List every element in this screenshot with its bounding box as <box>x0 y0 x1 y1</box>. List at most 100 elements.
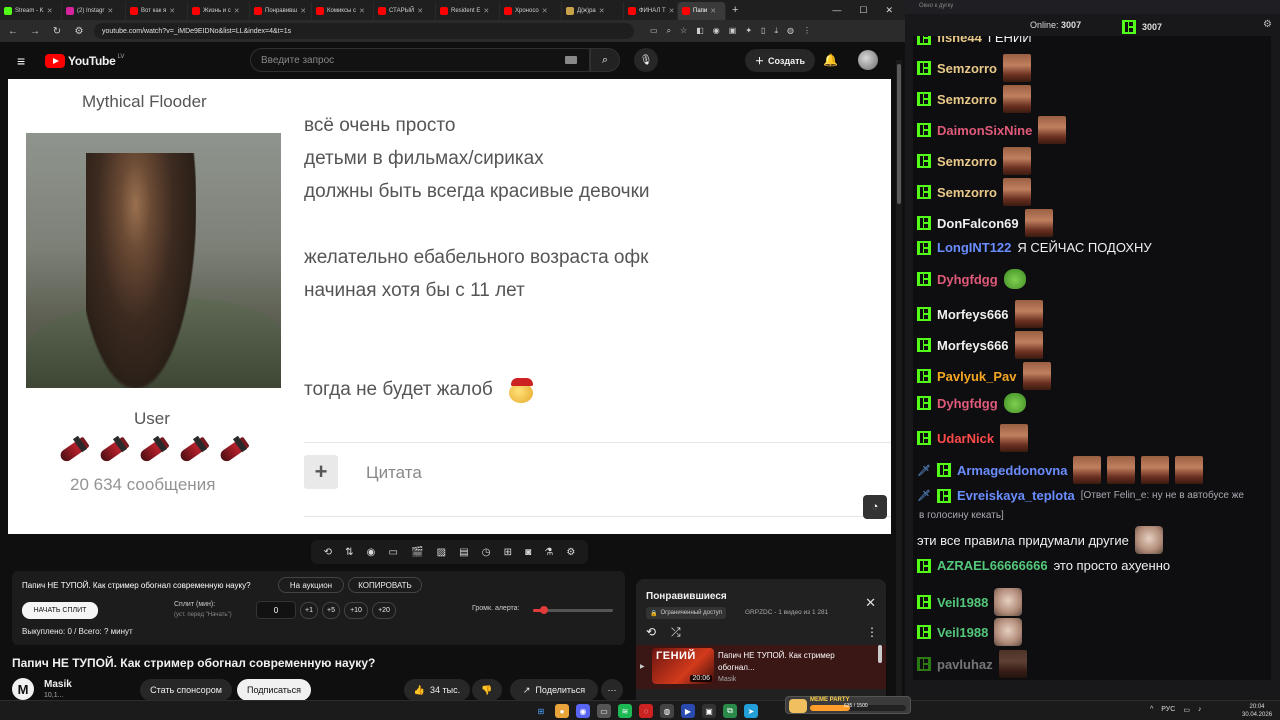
chat-message[interactable]: AZRAEL66666666 это просто ахуенно <box>917 558 1170 573</box>
browser-tab[interactable]: Понравивш ✕ <box>250 2 312 20</box>
chat-message[interactable]: Semzorro <box>917 85 1031 113</box>
zoom-icon[interactable]: ⌕ <box>667 26 671 36</box>
chat-message[interactable]: Veil1988 <box>917 588 1023 616</box>
auction-button[interactable]: На аукцион <box>278 577 344 593</box>
chat-username[interactable]: Pavlyuk_Pav <box>937 369 1017 384</box>
hamburger-menu-icon[interactable]: ≡ <box>17 53 31 69</box>
tray-chevron-icon[interactable]: ^ <box>1150 706 1153 714</box>
chat-username[interactable]: Morfeys666 <box>937 307 1009 322</box>
volume-icon[interactable]: ♪ <box>1198 706 1202 714</box>
browser-tab[interactable]: Вот как я ✕ <box>126 2 188 20</box>
tab-close-icon[interactable]: ✕ <box>417 7 423 15</box>
profile-icon[interactable]: ◍ <box>787 26 794 36</box>
telegram-icon[interactable]: ➤ <box>744 704 758 718</box>
chat-message[interactable]: DonFalcon69 <box>917 209 1053 237</box>
chat-username[interactable]: AZRAEL66666666 <box>937 558 1048 573</box>
browser-tab[interactable]: Д(ж)ра ✕ <box>562 2 624 20</box>
extension-icon[interactable]: ▣ <box>729 26 737 36</box>
url-field[interactable]: youtube.com/watch?v=_iMDe9EIDNo&list=LL&… <box>94 23 634 39</box>
chat-username[interactable]: Semzorro <box>937 185 997 200</box>
tab-close-icon[interactable]: ✕ <box>107 7 113 15</box>
close-icon[interactable]: ✕ <box>865 595 876 611</box>
shuffle-icon[interactable]: ⤮ <box>671 625 681 640</box>
playlist-title[interactable]: Понравившиеся <box>646 591 727 602</box>
camera-icon[interactable]: ◙ <box>525 547 531 558</box>
like-button[interactable]: 👍 34 тыс. <box>404 679 470 701</box>
spotify-icon[interactable]: ≋ <box>618 704 632 718</box>
playlist-item-title[interactable]: Папич НЕ ТУПОЙ. Как стример обогнал... <box>718 650 838 674</box>
tab-close-icon[interactable]: ✕ <box>359 7 365 15</box>
discord-icon[interactable]: ◉ <box>576 704 590 718</box>
clapper-icon[interactable]: 🎬 <box>411 547 423 558</box>
cast-icon[interactable]: ▭ <box>650 26 658 36</box>
voice-search-button[interactable]: 🎙 <box>634 48 658 72</box>
plus-box-icon[interactable]: ⊞ <box>504 547 512 558</box>
browser-tab[interactable]: ФИНАЛ Т ✕ <box>624 2 678 20</box>
obs-icon[interactable]: ◍ <box>660 704 674 718</box>
language-indicator[interactable]: РУС <box>1161 706 1175 714</box>
chat-message[interactable]: 🗡 Armageddonovna <box>917 456 1204 484</box>
chat-message[interactable]: pavluhaz <box>917 650 1027 678</box>
chrome-icon[interactable]: ● <box>555 704 569 718</box>
create-button[interactable]: ＋ Создать <box>745 49 815 72</box>
downloads-icon[interactable]: ⤓ <box>774 26 778 36</box>
browser-tab[interactable]: Stream - K ✕ <box>0 2 62 20</box>
extension-icon[interactable]: ◧ <box>696 26 704 36</box>
alert-volume-slider[interactable] <box>533 606 613 614</box>
chat-message[interactable]: Veil1988 <box>917 618 1023 646</box>
menu-icon[interactable]: ⋮ <box>803 26 811 36</box>
loop-icon[interactable]: ⟲ <box>646 625 656 639</box>
chat-message[interactable]: fishe44 ГЕНИЙ <box>917 36 1032 45</box>
page-scrollbar[interactable] <box>896 60 902 696</box>
chat-message[interactable]: эти все правила придумали другие <box>917 526 1163 554</box>
tab-close-icon[interactable]: ✕ <box>169 7 175 15</box>
keyboard-icon[interactable] <box>565 56 577 64</box>
split-minutes-input[interactable]: 0 <box>256 601 296 619</box>
dislike-button[interactable]: 👎 <box>472 679 502 701</box>
forward-icon[interactable]: → <box>28 26 42 37</box>
chat-username[interactable]: Semzorro <box>937 154 997 169</box>
chat-username[interactable]: DonFalcon69 <box>937 216 1019 231</box>
chat-message[interactable]: Semzorro <box>917 54 1031 82</box>
browser-tab[interactable]: Комиксы с ✕ <box>312 2 374 20</box>
site-info-icon[interactable]: ⚙ <box>72 26 86 37</box>
add-1-button[interactable]: +1 <box>300 602 318 619</box>
subscribe-button[interactable]: Подписаться <box>237 679 311 701</box>
slider-knob[interactable] <box>540 606 549 614</box>
player-icon[interactable]: ▶ <box>681 704 695 718</box>
close-icon[interactable]: ✕ <box>885 5 893 16</box>
speed-icon[interactable]: ◷ <box>482 547 491 558</box>
more-actions-button[interactable]: ⋯ <box>601 679 623 701</box>
browser-tab[interactable]: (2) Instagr ✕ <box>62 2 126 20</box>
tab-close-icon[interactable]: ✕ <box>710 7 716 15</box>
chat-username[interactable]: pavluhaz <box>937 657 993 672</box>
chat-username[interactable]: fishe44 <box>937 36 982 45</box>
add-5-button[interactable]: +5 <box>322 602 340 619</box>
extension-icon[interactable]: ◉ <box>713 26 720 36</box>
channel-avatar[interactable]: M <box>12 678 34 700</box>
chat-message[interactable]: UdarNick <box>917 424 1029 452</box>
scrollbar-thumb[interactable] <box>897 64 901 204</box>
reload-icon[interactable]: ↻ <box>50 26 64 37</box>
playlist-scrollbar[interactable] <box>878 645 882 663</box>
chat-username[interactable]: Semzorro <box>937 92 997 107</box>
chat-username[interactable]: DaimonSixNine <box>937 123 1032 138</box>
screen-icon[interactable]: ▭ <box>388 547 397 558</box>
subtitles-icon[interactable]: ▤ <box>459 547 468 558</box>
chat-username[interactable]: Veil1988 <box>937 595 988 610</box>
chat-message[interactable]: Semzorro <box>917 147 1031 175</box>
chat-username[interactable]: Dyhgfdgg <box>937 272 998 287</box>
playlist-item-thumbnail[interactable]: ГЕНИЙ 20:06 <box>652 648 714 684</box>
split-view-icon[interactable]: ▯ <box>761 26 765 36</box>
new-tab-icon[interactable]: + <box>732 4 738 16</box>
browser-tab[interactable]: Resident E ✕ <box>436 2 500 20</box>
app-icon[interactable]: ⧉ <box>723 704 737 718</box>
gear-icon[interactable]: ⚙ <box>566 547 575 558</box>
youtube-logo[interactable]: YouTube LV <box>45 53 124 68</box>
chat-message[interactable]: 🗡 Evreiskaya_teplota [Ответ Felin_e: ну не… <box>917 488 1244 503</box>
browser-tab[interactable]: Жизнь и с ✕ <box>188 2 250 20</box>
start-split-button[interactable]: НАЧАТЬ СПЛИТ <box>22 602 98 619</box>
chat-message[interactable]: DaimonSixNine <box>917 116 1067 144</box>
chat-username[interactable]: Evreiskaya_teplota <box>957 488 1075 503</box>
extensions-puzzle-icon[interactable]: ✦ <box>745 26 752 36</box>
